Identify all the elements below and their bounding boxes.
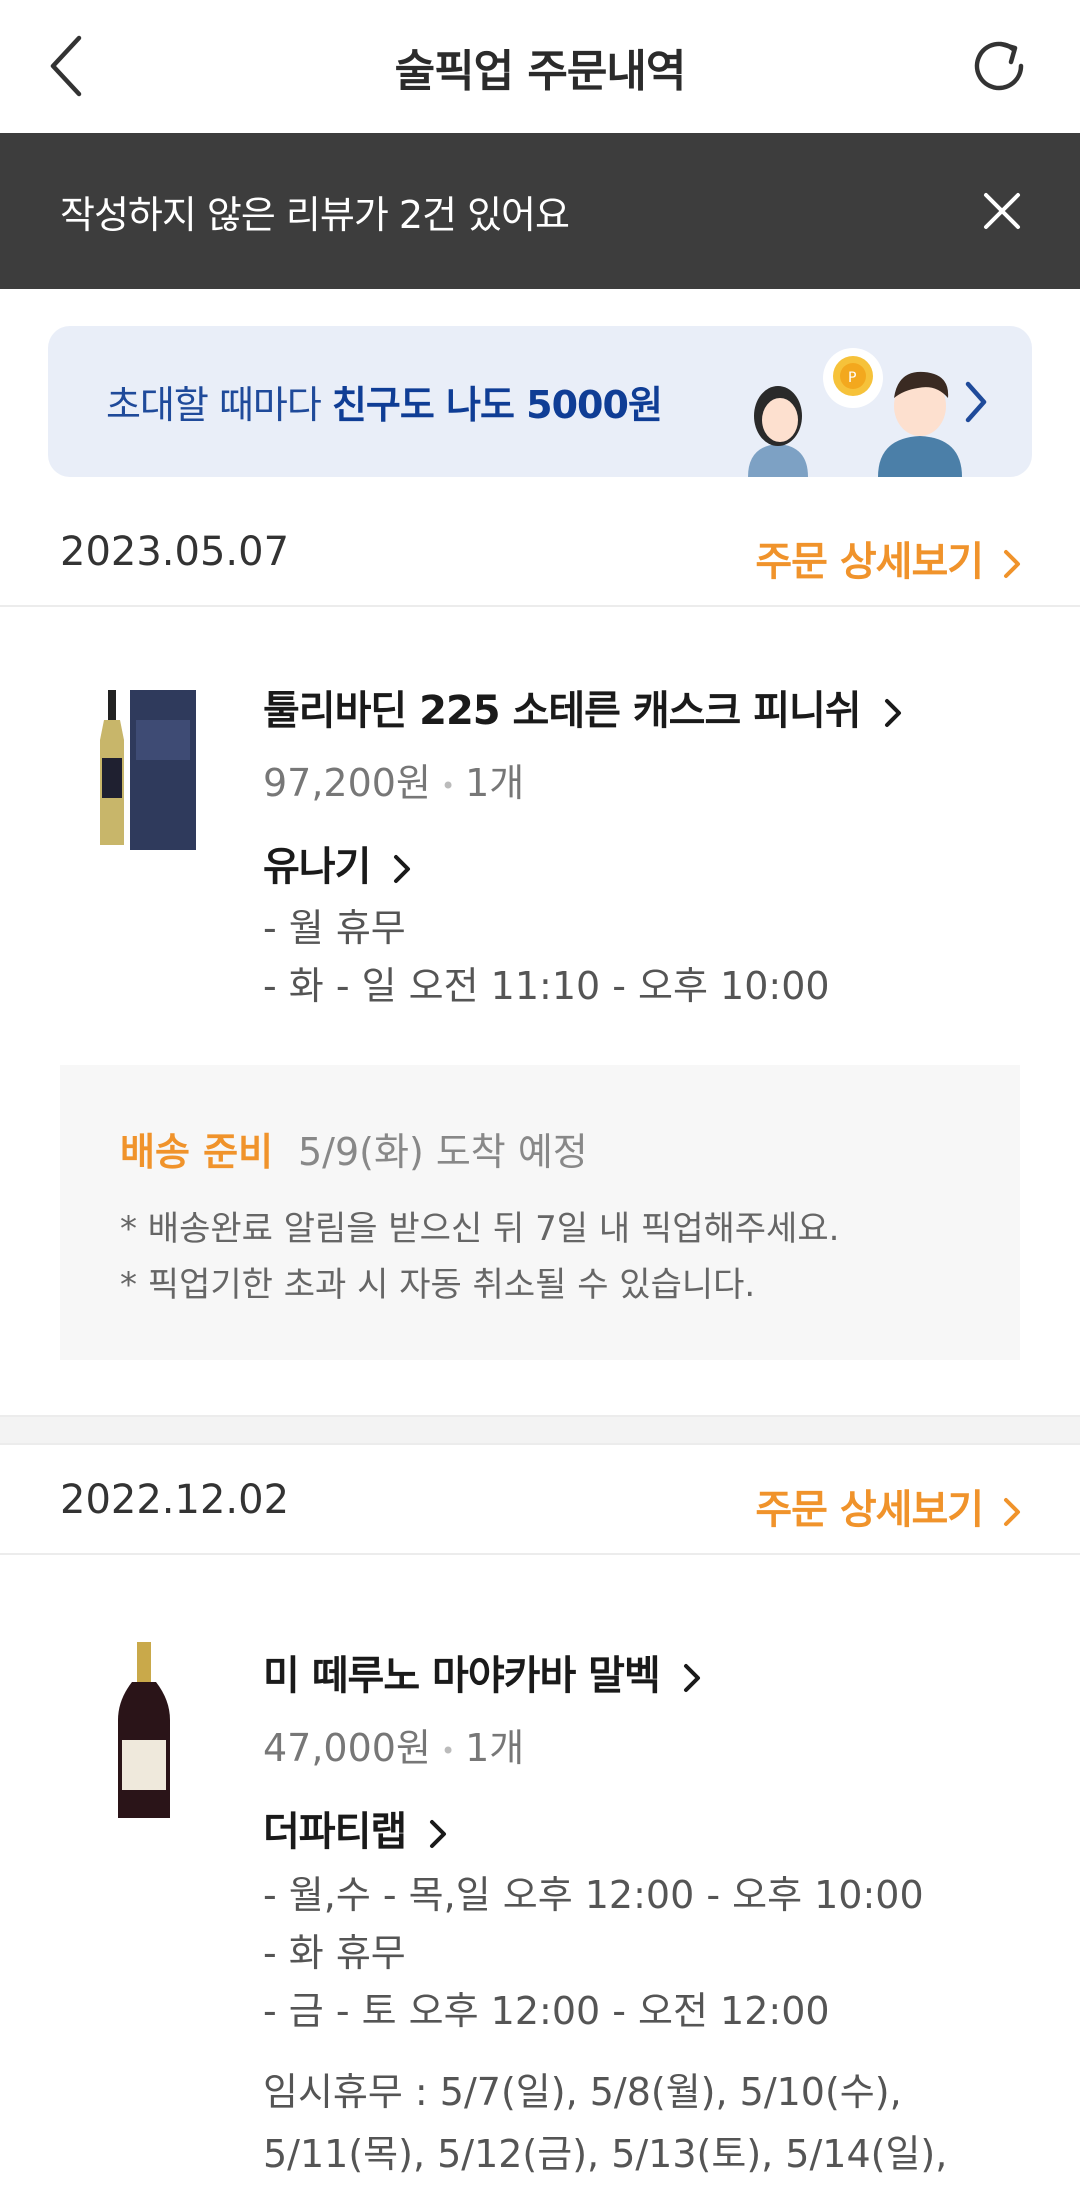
order-header: 2023.05.07 주문 상세보기 (0, 497, 1080, 607)
order-date: 2023.05.07 (60, 529, 290, 575)
price-quantity: 97,200원 • 1개 (263, 761, 525, 805)
chevron-left-icon (50, 35, 82, 97)
product-thumbnail[interactable] (90, 680, 200, 860)
product-thumbnail[interactable] (90, 1640, 200, 1820)
chevron-right-icon (1004, 1498, 1020, 1526)
price-quantity: 47,000원 • 1개 (263, 1726, 525, 1770)
chevron-right-icon (394, 855, 411, 883)
delivery-status: 배송 준비 (120, 1130, 274, 1174)
close-icon[interactable] (980, 189, 1024, 233)
refresh-icon (974, 41, 1024, 91)
cancel-notice: * 픽업기한 초과 시 자동 취소될 수 있습니다. (120, 1265, 756, 1305)
review-reminder-bar[interactable]: 작성하지 않은 리뷰가 2건 있어요 (0, 133, 1080, 289)
section-divider (0, 1415, 1080, 1445)
shop-hours: - 월,수 - 목,일 오후 12:00 - 오후 10:00 - 화 휴무 -… (263, 1873, 924, 2033)
shop-hours: - 월 휴무 - 화 - 일 오전 11:10 - 오후 10:00 (263, 906, 830, 1008)
order-date: 2022.12.02 (60, 1477, 290, 1523)
shop-name-link[interactable]: 유나기 (263, 834, 411, 892)
product-name-link[interactable]: 툴리바딘 225 소테른 캐스크 피니쉬 (263, 678, 902, 736)
order-detail-link[interactable]: 주문 상세보기 (755, 1477, 1022, 1535)
delivery-eta: 5/9(화) 도착 예정 (298, 1130, 588, 1174)
top-app-bar: 술픽업 주문내역 (0, 0, 1080, 133)
review-reminder-text: 작성하지 않은 리뷰가 2건 있어요 (60, 192, 570, 237)
friends-illustration: P (748, 348, 962, 477)
chevron-right-icon (965, 381, 987, 423)
back-button[interactable] (40, 30, 90, 102)
temporary-closure: 임시휴무 : 5/7(일), 5/8(월), 5/10(수), 5/11(목),… (263, 2070, 948, 2176)
order-header: 2022.12.02 주문 상세보기 (0, 1445, 1080, 1555)
chevron-right-icon (683, 1664, 700, 1692)
delivery-status-box: 배송 준비 5/9(화) 도착 예정 * 배송완료 알림을 받으신 뒤 7일 내… (60, 1065, 1020, 1360)
chevron-right-icon (884, 699, 901, 727)
refresh-button[interactable] (970, 33, 1032, 99)
invite-banner-text: 초대할 때마다 친구도 나도 5000원 (106, 383, 663, 427)
chevron-right-icon (1004, 550, 1020, 578)
invite-banner[interactable]: 초대할 때마다 친구도 나도 5000원 P (48, 326, 1032, 477)
page-title: 술픽업 주문내역 (394, 45, 687, 97)
order-detail-link[interactable]: 주문 상세보기 (755, 529, 1022, 587)
chevron-right-icon (430, 1820, 447, 1848)
pickup-notice: * 배송완료 알림을 받으신 뒤 7일 내 픽업해주세요. (120, 1209, 840, 1249)
product-name-link[interactable]: 미 떼루노 마야카바 말벡 (263, 1643, 701, 1701)
shop-name-link[interactable]: 더파티랩 (263, 1799, 447, 1857)
svg-text:P: P (848, 370, 856, 386)
